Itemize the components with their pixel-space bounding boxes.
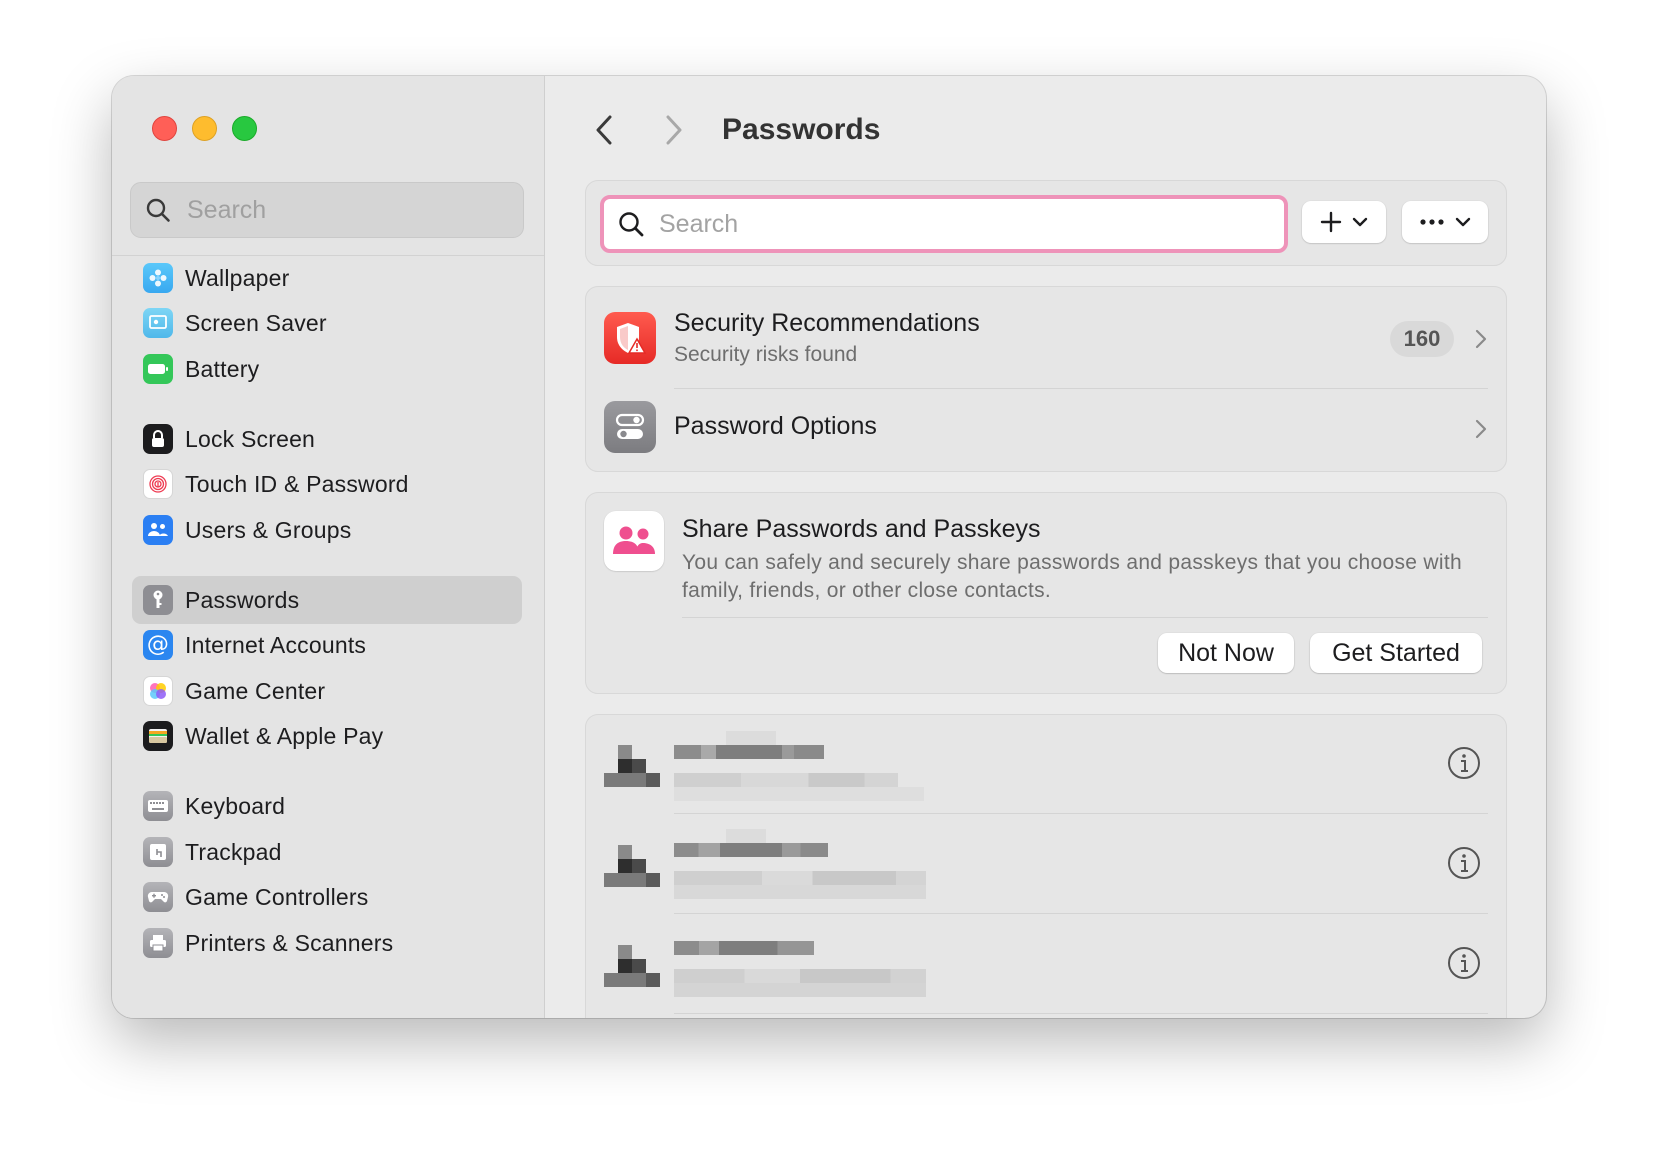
share-passwords-description: You can safely and securely share passwo… — [682, 551, 1462, 602]
password-list-row[interactable] — [586, 815, 1508, 915]
chevron-left-icon — [596, 115, 612, 145]
plus-icon — [1320, 211, 1342, 233]
share-divider — [682, 617, 1488, 618]
toggles-icon — [604, 401, 656, 453]
at-sign-icon: @ — [143, 630, 173, 660]
keyboard-icon — [143, 791, 173, 821]
sidebar-item-label: Passwords — [185, 586, 300, 613]
wallet-icon — [143, 721, 173, 751]
search-icon — [619, 212, 644, 237]
website-icon-redacted — [604, 945, 660, 987]
not-now-button[interactable]: Not Now — [1158, 633, 1294, 673]
security-options-group: Security Recommendations Security risks … — [585, 286, 1507, 472]
password-list-row[interactable] — [586, 915, 1508, 1015]
shield-warning-icon — [604, 312, 656, 364]
password-options-title: Password Options — [674, 412, 877, 440]
sidebar-item-label: Trackpad — [185, 838, 282, 865]
chevron-down-icon — [1455, 217, 1471, 227]
sidebar-item-label: Wallpaper — [185, 264, 290, 291]
security-recommendations-row[interactable]: Security Recommendations Security risks … — [586, 287, 1506, 387]
minimize-window-button[interactable] — [192, 116, 217, 141]
info-icon[interactable] — [1446, 745, 1482, 781]
shared-group-icon — [604, 511, 664, 571]
sidebar-search-field[interactable] — [130, 182, 524, 238]
sidebar-item-label: Game Controllers — [185, 883, 369, 910]
system-settings-window: Wallpaper Screen Saver Battery — [112, 76, 1546, 1018]
close-window-button[interactable] — [152, 116, 177, 141]
security-risk-count-badge: 160 — [1390, 321, 1454, 357]
sidebar-search-input[interactable] — [185, 194, 509, 226]
website-icon-redacted — [604, 845, 660, 887]
sidebar-item-label: Keyboard — [185, 792, 286, 819]
sidebar-item-label: Wallet & Apple Pay — [185, 722, 384, 749]
game-center-icon — [143, 676, 173, 706]
sidebar-item-passwords[interactable]: Passwords — [132, 576, 522, 624]
forward-button[interactable] — [657, 108, 691, 152]
security-recommendations-title: Security Recommendations — [674, 309, 980, 337]
password-search-field[interactable] — [600, 195, 1288, 253]
wallpaper-icon — [143, 263, 173, 293]
sidebar-item-label: Lock Screen — [185, 425, 316, 452]
password-options-row[interactable]: Password Options — [586, 389, 1506, 473]
share-passwords-card: Share Passwords and Passkeys You can saf… — [585, 492, 1507, 694]
row-divider — [674, 1013, 1488, 1014]
sidebar-item-label: Users & Groups — [185, 516, 352, 543]
key-icon — [143, 585, 173, 615]
back-button[interactable] — [587, 108, 621, 152]
main-content: Passwords Search Security Recommendation… — [545, 76, 1546, 1018]
password-list — [585, 714, 1507, 1018]
add-password-button[interactable] — [1302, 201, 1386, 243]
search-icon — [146, 198, 170, 222]
sidebar-item-internet-accounts[interactable]: @ Internet Accounts — [132, 621, 522, 669]
sidebar-item-users-groups[interactable]: Users & Groups — [132, 506, 522, 554]
sidebar-item-lock-screen[interactable]: Lock Screen — [132, 415, 522, 463]
share-passwords-title: Share Passwords and Passkeys — [682, 515, 1041, 543]
password-list-row[interactable] — [586, 715, 1508, 815]
lock-icon — [143, 424, 173, 454]
chevron-right-icon — [1474, 327, 1488, 351]
chevron-right-icon — [1474, 417, 1488, 441]
sidebar: Wallpaper Screen Saver Battery — [112, 76, 545, 1018]
sidebar-item-wallet[interactable]: Wallet & Apple Pay — [132, 712, 522, 760]
gamepad-icon — [143, 882, 173, 912]
sidebar-item-label: Printers & Scanners — [185, 929, 394, 956]
sidebar-item-label: Touch ID & Password — [185, 470, 409, 497]
sidebar-item-label: Battery — [185, 355, 260, 382]
screen-saver-icon — [143, 308, 173, 338]
row-divider — [674, 913, 1488, 914]
sidebar-item-label: Game Center — [185, 677, 326, 704]
sidebar-item-battery[interactable]: Battery — [132, 345, 522, 393]
info-icon[interactable] — [1446, 845, 1482, 881]
website-icon-redacted — [604, 745, 660, 787]
password-search-input[interactable] — [657, 208, 1261, 240]
chevron-down-icon — [1352, 217, 1368, 227]
sidebar-item-trackpad[interactable]: Trackpad — [132, 828, 522, 876]
zoom-window-button[interactable] — [232, 116, 257, 141]
fingerprint-icon — [143, 469, 173, 499]
battery-icon — [143, 354, 173, 384]
page-title: Passwords — [722, 113, 881, 146]
sidebar-item-game-center[interactable]: Game Center — [132, 667, 522, 715]
sidebar-item-screen-saver[interactable]: Screen Saver — [132, 299, 522, 347]
row-divider — [674, 813, 1488, 814]
sidebar-item-touch-id[interactable]: Touch ID & Password — [132, 460, 522, 508]
sidebar-item-label: Internet Accounts — [185, 631, 367, 658]
get-started-button[interactable]: Get Started — [1310, 633, 1482, 673]
search-toolbar — [585, 180, 1507, 266]
printer-icon — [143, 928, 173, 958]
chevron-right-icon — [666, 115, 682, 145]
sidebar-item-label: Screen Saver — [185, 309, 327, 336]
sidebar-item-printers-scanners[interactable]: Printers & Scanners — [132, 919, 522, 967]
sidebar-item-game-controllers[interactable]: Game Controllers — [132, 873, 522, 921]
more-options-button[interactable] — [1402, 201, 1488, 243]
sidebar-item-keyboard[interactable]: Keyboard — [132, 782, 522, 830]
security-recommendations-subtitle: Security risks found — [674, 343, 858, 366]
trackpad-icon — [143, 837, 173, 867]
info-icon[interactable] — [1446, 945, 1482, 981]
sidebar-item-wallpaper[interactable]: Wallpaper — [132, 254, 522, 302]
ellipsis-icon — [1420, 219, 1444, 225]
users-icon — [143, 515, 173, 545]
window-controls — [152, 116, 257, 141]
